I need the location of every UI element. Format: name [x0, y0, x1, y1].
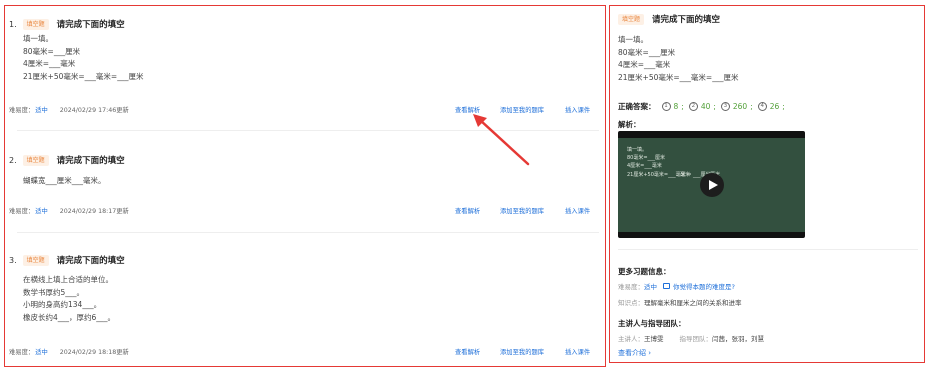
question-line: 80毫米=___厘米 [23, 46, 81, 56]
update-date: 2024/02/29 18:17更新 [59, 208, 129, 215]
board-text: 填一填。 [627, 147, 648, 153]
answer-value: 40 [700, 102, 711, 111]
guide-value: 闫茜，张羽，刘慧 [712, 335, 764, 343]
analysis-label: 解析： [618, 120, 641, 129]
analysis-video-player[interactable]: 填一填。 80毫米=___厘米 4厘米=___毫米 21厘米+50毫米=___毫… [618, 131, 805, 238]
answer-marker: 4 [757, 102, 767, 111]
question-line: 在横线上填上合适的单位。 [23, 275, 113, 284]
question-meta: 难易度： 适中 2024/02/29 18:18更新 [9, 347, 129, 356]
question-type-badge: 填空题 [618, 13, 645, 25]
question-line: 80毫米=___厘米 [618, 47, 676, 57]
insert-courseware-link[interactable]: 插入课件 [565, 105, 590, 114]
question-line: 21厘米+50毫米=___毫米=___厘米 [618, 72, 739, 82]
question-type-badge: 填空题 [22, 154, 49, 166]
question-line: 蝴蝶宽___厘米___毫米。 [23, 176, 106, 185]
question-line: 数学书厚约5___。 [23, 287, 85, 297]
guide-label: 指导团队： [679, 335, 713, 343]
board-text: 21厘米+50毫米=___毫米 = ___厘米 [627, 172, 711, 178]
analysis-panel: 填空题 请完成下面的填空 填一填。 80毫米=___厘米 4厘米=___毫米 2… [609, 5, 925, 363]
difficulty-label: 难易度： [9, 107, 35, 114]
question-line: 橡皮长约4___，厚约6___。 [23, 312, 116, 322]
difficulty-value: 适中 [35, 349, 48, 356]
question-line: 填一填。 [618, 35, 648, 44]
difficulty-label: 难易度： [9, 208, 35, 215]
chat-icon [663, 283, 670, 289]
play-icon[interactable] [700, 173, 724, 197]
difficulty-value: 适中 [35, 208, 48, 215]
question-number: 3. [9, 255, 17, 265]
question-title: 请完成下面的填空 [56, 20, 125, 30]
feedback-text: 你觉得本题的难度是? [673, 283, 735, 291]
question-line: 小明的身高约134___。 [23, 300, 102, 310]
board-text: 80毫米=___厘米 [627, 155, 666, 161]
annotation-arrow [473, 114, 530, 166]
view-analysis-link[interactable]: 查看解析 [455, 206, 480, 215]
question-number: 2. [9, 155, 17, 165]
difficulty-value: 适中 [35, 107, 48, 114]
difficulty-value: 适中 [644, 283, 657, 291]
question-type-badge: 填空题 [22, 18, 49, 30]
more-info-title: 更多习题信息： [618, 267, 671, 276]
add-to-bank-link[interactable]: 添加至我的题库 [500, 347, 544, 356]
question-body: 填一填。 80毫米=___厘米 4厘米=___毫米 21厘米+50毫米=___毫… [618, 34, 738, 84]
knowledge-row: 知识点： 理解毫米和厘米之间的关系和进率 [618, 297, 742, 307]
question-line: 21厘米+50毫米=___毫米=___厘米 [23, 71, 144, 81]
question-header: 2. 填空题 请完成下面的填空 [9, 153, 125, 167]
view-intro-link[interactable]: 查看介绍 › [618, 348, 651, 358]
question-line: 4厘米=___毫米 [23, 59, 76, 69]
question-type-badge: 填空题 [22, 254, 49, 266]
divider [618, 249, 918, 250]
question-title: 请完成下面的填空 [652, 15, 721, 25]
answer-label: 正确答案： [618, 102, 656, 111]
question-body: 在横线上填上合适的单位。 数学书厚约5___。 小明的身高约134___。 橡皮… [23, 274, 115, 324]
question-header: 3. 填空题 请完成下面的填空 [9, 253, 125, 267]
answer-marker: 1 [661, 102, 671, 111]
answer-value: 8 [673, 102, 679, 111]
answer-marker: 2 [688, 102, 698, 111]
update-date: 2024/02/29 18:18更新 [59, 349, 129, 356]
correct-answer-row: 正确答案： 1 8; 2 40; 3 260; 4 26; [618, 102, 785, 111]
difficulty-label: 难易度： [618, 283, 644, 291]
question-body: 填一填。 80毫米=___厘米 4厘米=___毫米 21厘米+50毫米=___毫… [23, 33, 143, 83]
question-meta: 难易度： 适中 2024/02/29 17:46更新 [9, 105, 129, 114]
question-number: 1. [9, 19, 17, 29]
question-line: 4厘米=___毫米 [618, 60, 671, 70]
insert-courseware-link[interactable]: 插入课件 [565, 347, 590, 356]
answer-value: 260 [732, 102, 748, 111]
insert-courseware-link[interactable]: 插入课件 [565, 206, 590, 215]
update-date: 2024/02/29 17:46更新 [59, 107, 129, 114]
question-line: 填一填。 [23, 34, 53, 43]
question-meta: 难易度： 适中 2024/02/29 18:17更新 [9, 206, 129, 215]
detail-header: 填空题 请完成下面的填空 [618, 13, 720, 25]
divider [17, 232, 599, 233]
team-row: 主讲人： 王博雯 指导团队： 闫茜，张羽，刘慧 [618, 333, 764, 343]
knowledge-label: 知识点： [618, 299, 644, 307]
question-body: 蝴蝶宽___厘米___毫米。 [23, 175, 106, 188]
view-analysis-link[interactable]: 查看解析 [455, 347, 480, 356]
board-note: 毫米 [680, 172, 691, 178]
difficulty-feedback-link[interactable]: 你觉得本题的难度是? [663, 281, 735, 291]
add-to-bank-link[interactable]: 添加至我的题库 [500, 206, 544, 215]
difficulty-label: 难易度： [9, 349, 35, 356]
answer-marker: 3 [720, 102, 730, 111]
answer-value: 26 [769, 102, 780, 111]
question-list-panel: 1. 填空题 请完成下面的填空 填一填。 80毫米=___厘米 4厘米=___毫… [4, 5, 606, 367]
board-text: 4厘米=___毫米 [627, 163, 662, 169]
team-title: 主讲人与指导团队： [618, 319, 686, 328]
knowledge-value: 理解毫米和厘米之间的关系和进率 [644, 299, 742, 307]
question-title: 请完成下面的填空 [56, 256, 125, 266]
difficulty-row: 难易度： 适中 你觉得本题的难度是? [618, 281, 735, 291]
question-header: 1. 填空题 请完成下面的填空 [9, 17, 125, 31]
speaker-label: 主讲人： [618, 335, 644, 343]
question-title: 请完成下面的填空 [56, 156, 125, 166]
speaker-value: 王博雯 [644, 335, 664, 343]
